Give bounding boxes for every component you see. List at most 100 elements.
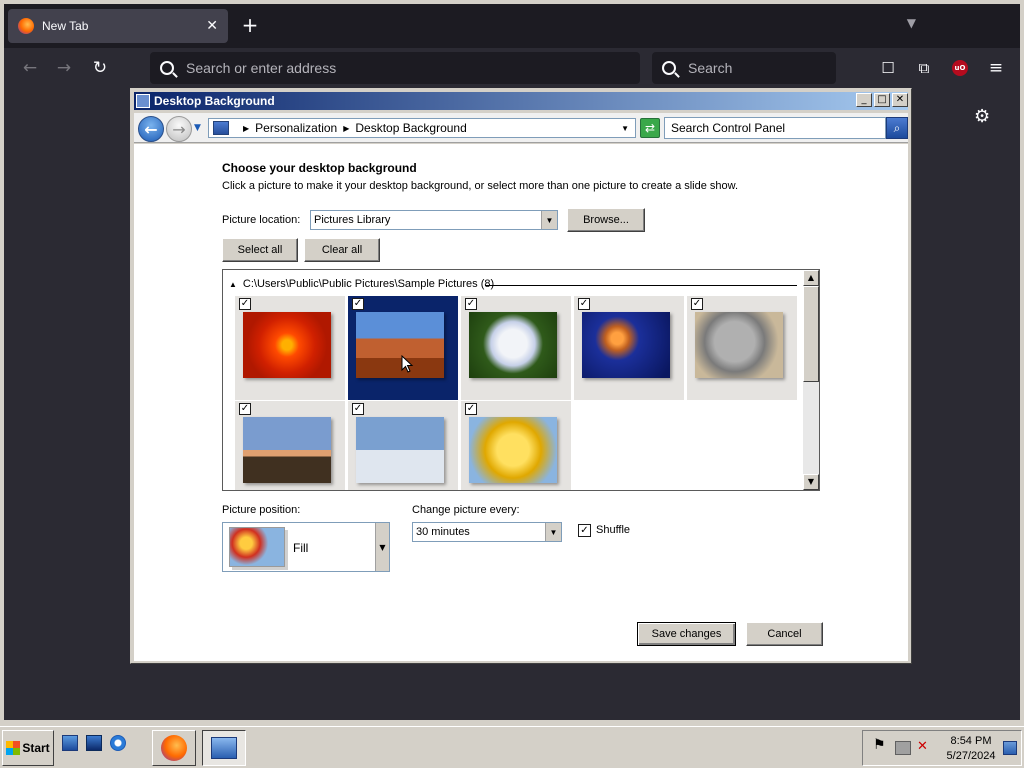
select-all-button[interactable]: Select all	[222, 238, 298, 262]
breadcrumb-personalization[interactable]: Personalization	[255, 121, 337, 135]
picture-location-label: Picture location:	[222, 214, 301, 226]
server-manager-icon[interactable]	[86, 735, 102, 751]
list-all-tabs-icon[interactable]: ▼	[907, 16, 916, 30]
search-icon[interactable]: ⌕	[886, 117, 908, 139]
gallery-scrollbar[interactable]: ▲ ▼	[803, 270, 819, 490]
control-panel-icon	[213, 121, 229, 135]
page-heading: Choose your desktop background	[222, 161, 417, 175]
recent-pages-dropdown-icon[interactable]: ▼	[194, 123, 201, 133]
save-changes-button[interactable]: Save changes	[637, 622, 736, 646]
picture-thumbnail-chrysanthemum	[243, 312, 331, 378]
picture-checkbox[interactable]: ✓	[465, 298, 477, 310]
scroll-up-icon[interactable]: ▲	[803, 270, 819, 286]
pocket-icon[interactable]: ☐	[876, 56, 900, 80]
dialog-close-button[interactable]: ✕	[892, 93, 908, 107]
clock-date[interactable]: 5/27/2024	[941, 750, 1001, 762]
control-panel-search-input[interactable]: Search Control Panel	[664, 117, 886, 139]
picture-checkbox[interactable]: ✓	[578, 298, 590, 310]
picture-checkbox[interactable]: ✓	[465, 403, 477, 415]
browser-nav-bar: ← → ↻ Search or enter address Search ☐ ⧉…	[4, 48, 1020, 88]
picture-tile-jellyfish[interactable]: ✓	[574, 296, 684, 400]
close-tab-icon[interactable]: ✕	[206, 18, 218, 34]
picture-thumbnail-tulips	[469, 417, 557, 483]
ublock-icon[interactable]: uO	[948, 56, 972, 80]
back-arrow-icon[interactable]: ←	[18, 56, 42, 80]
browse-button[interactable]: Browse...	[567, 208, 645, 232]
dialog-maximize-button[interactable]: □	[874, 93, 890, 107]
back-button[interactable]: ←	[138, 116, 164, 142]
picture-gallery: ▲ C:\Users\Public\Public Pictures\Sample…	[222, 269, 820, 491]
dialog-content: Choose your desktop background Click a p…	[134, 144, 908, 661]
system-tray: ⚑ ✕ 8:54 PM 5/27/2024	[862, 730, 1022, 766]
extensions-icon[interactable]: ⧉	[912, 56, 936, 80]
taskbar: Start ⚑ ✕ 8:54 PM 5/27/2024	[0, 726, 1024, 768]
picture-checkbox[interactable]: ✓	[691, 298, 703, 310]
picture-tile-hydrangeas[interactable]: ✓	[461, 296, 571, 400]
chevron-down-icon[interactable]: ▼	[541, 211, 557, 229]
menu-hamburger-icon[interactable]: ≡	[984, 56, 1008, 80]
picture-checkbox[interactable]: ✓	[239, 298, 251, 310]
breadcrumb-separator-icon[interactable]: ▶	[343, 124, 349, 133]
settings-gear-icon[interactable]: ⚙	[974, 106, 990, 127]
browser-tab-new-tab[interactable]: New Tab ✕	[8, 9, 228, 43]
picture-thumbnail-penguins	[356, 417, 444, 483]
picture-checkbox[interactable]: ✓	[352, 403, 364, 415]
taskbar-control-panel[interactable]	[202, 730, 246, 766]
start-label: Start	[22, 741, 50, 755]
action-center-flag-icon[interactable]: ⚑	[873, 737, 889, 753]
url-bar[interactable]: Search or enter address	[150, 52, 640, 84]
internet-explorer-icon[interactable]	[110, 735, 126, 751]
taskbar-firefox[interactable]	[152, 730, 196, 766]
picture-thumbnail-koala	[695, 312, 783, 378]
clock-time[interactable]: 8:54 PM	[941, 735, 1001, 747]
picture-thumbnail-desert	[356, 312, 444, 378]
refresh-button[interactable]: ⇄	[640, 118, 660, 138]
breadcrumb-separator-icon[interactable]: ▶	[243, 124, 249, 133]
shuffle-checkbox[interactable]: ✓	[578, 524, 591, 537]
windows-logo-icon	[6, 741, 21, 755]
volume-muted-icon[interactable]: ✕	[917, 739, 933, 754]
forward-button[interactable]: →	[166, 116, 192, 142]
dialog-title: Desktop Background	[154, 94, 275, 108]
picture-thumbnail-lighthouse	[243, 417, 331, 483]
change-every-select[interactable]: 30 minutes ▼	[412, 522, 562, 542]
breadcrumb[interactable]: ▶ Personalization ▶ Desktop Background ▼	[208, 118, 636, 138]
picture-tile-desert[interactable]: ✓	[348, 296, 458, 400]
new-tab-icon[interactable]: +	[238, 14, 262, 38]
picture-checkbox[interactable]: ✓	[239, 403, 251, 415]
search-bar[interactable]: Search	[652, 52, 836, 84]
picture-tile-chrysanthemum[interactable]: ✓	[235, 296, 345, 400]
show-desktop-icon[interactable]	[62, 735, 78, 751]
collapse-group-icon[interactable]: ▲	[229, 280, 237, 289]
picture-tile-lighthouse[interactable]: ✓	[235, 401, 345, 490]
mouse-cursor-icon	[401, 355, 414, 373]
forward-arrow-icon[interactable]: →	[52, 56, 76, 80]
picture-tile-tulips[interactable]: ✓	[461, 401, 571, 490]
dialog-title-bar: Desktop Background	[134, 92, 908, 110]
network-icon[interactable]	[895, 741, 911, 755]
breadcrumb-dropdown-icon[interactable]: ▼	[621, 124, 629, 133]
start-button[interactable]: Start	[2, 730, 54, 766]
clear-all-button[interactable]: Clear all	[304, 238, 380, 262]
control-panel-icon	[211, 737, 237, 759]
breadcrumb-desktop-background[interactable]: Desktop Background	[355, 121, 466, 135]
reload-icon[interactable]: ↻	[88, 56, 112, 80]
cancel-button[interactable]: Cancel	[746, 622, 823, 646]
scroll-down-icon[interactable]: ▼	[803, 474, 819, 490]
dialog-minimize-button[interactable]: _	[856, 93, 872, 107]
picture-location-select[interactable]: Pictures Library ▼	[310, 210, 558, 230]
dialog-window-controls: _ □ ✕	[856, 93, 908, 107]
url-search-icon	[160, 61, 174, 75]
picture-location-value: Pictures Library	[314, 214, 391, 226]
picture-tile-koala[interactable]: ✓	[687, 296, 797, 400]
change-every-label: Change picture every:	[412, 504, 520, 516]
picture-tile-penguins[interactable]: ✓	[348, 401, 458, 490]
chevron-down-icon[interactable]: ▼	[375, 523, 389, 571]
picture-checkbox[interactable]: ✓	[352, 298, 364, 310]
show-desktop-icon[interactable]	[1003, 741, 1017, 755]
picture-position-select[interactable]: Fill ▼	[222, 522, 390, 572]
position-preview-thumbnail	[229, 527, 285, 567]
scrollbar-thumb[interactable]	[803, 286, 819, 382]
gallery-group-header[interactable]: ▲ C:\Users\Public\Public Pictures\Sample…	[229, 278, 494, 290]
chevron-down-icon[interactable]: ▼	[545, 523, 561, 541]
